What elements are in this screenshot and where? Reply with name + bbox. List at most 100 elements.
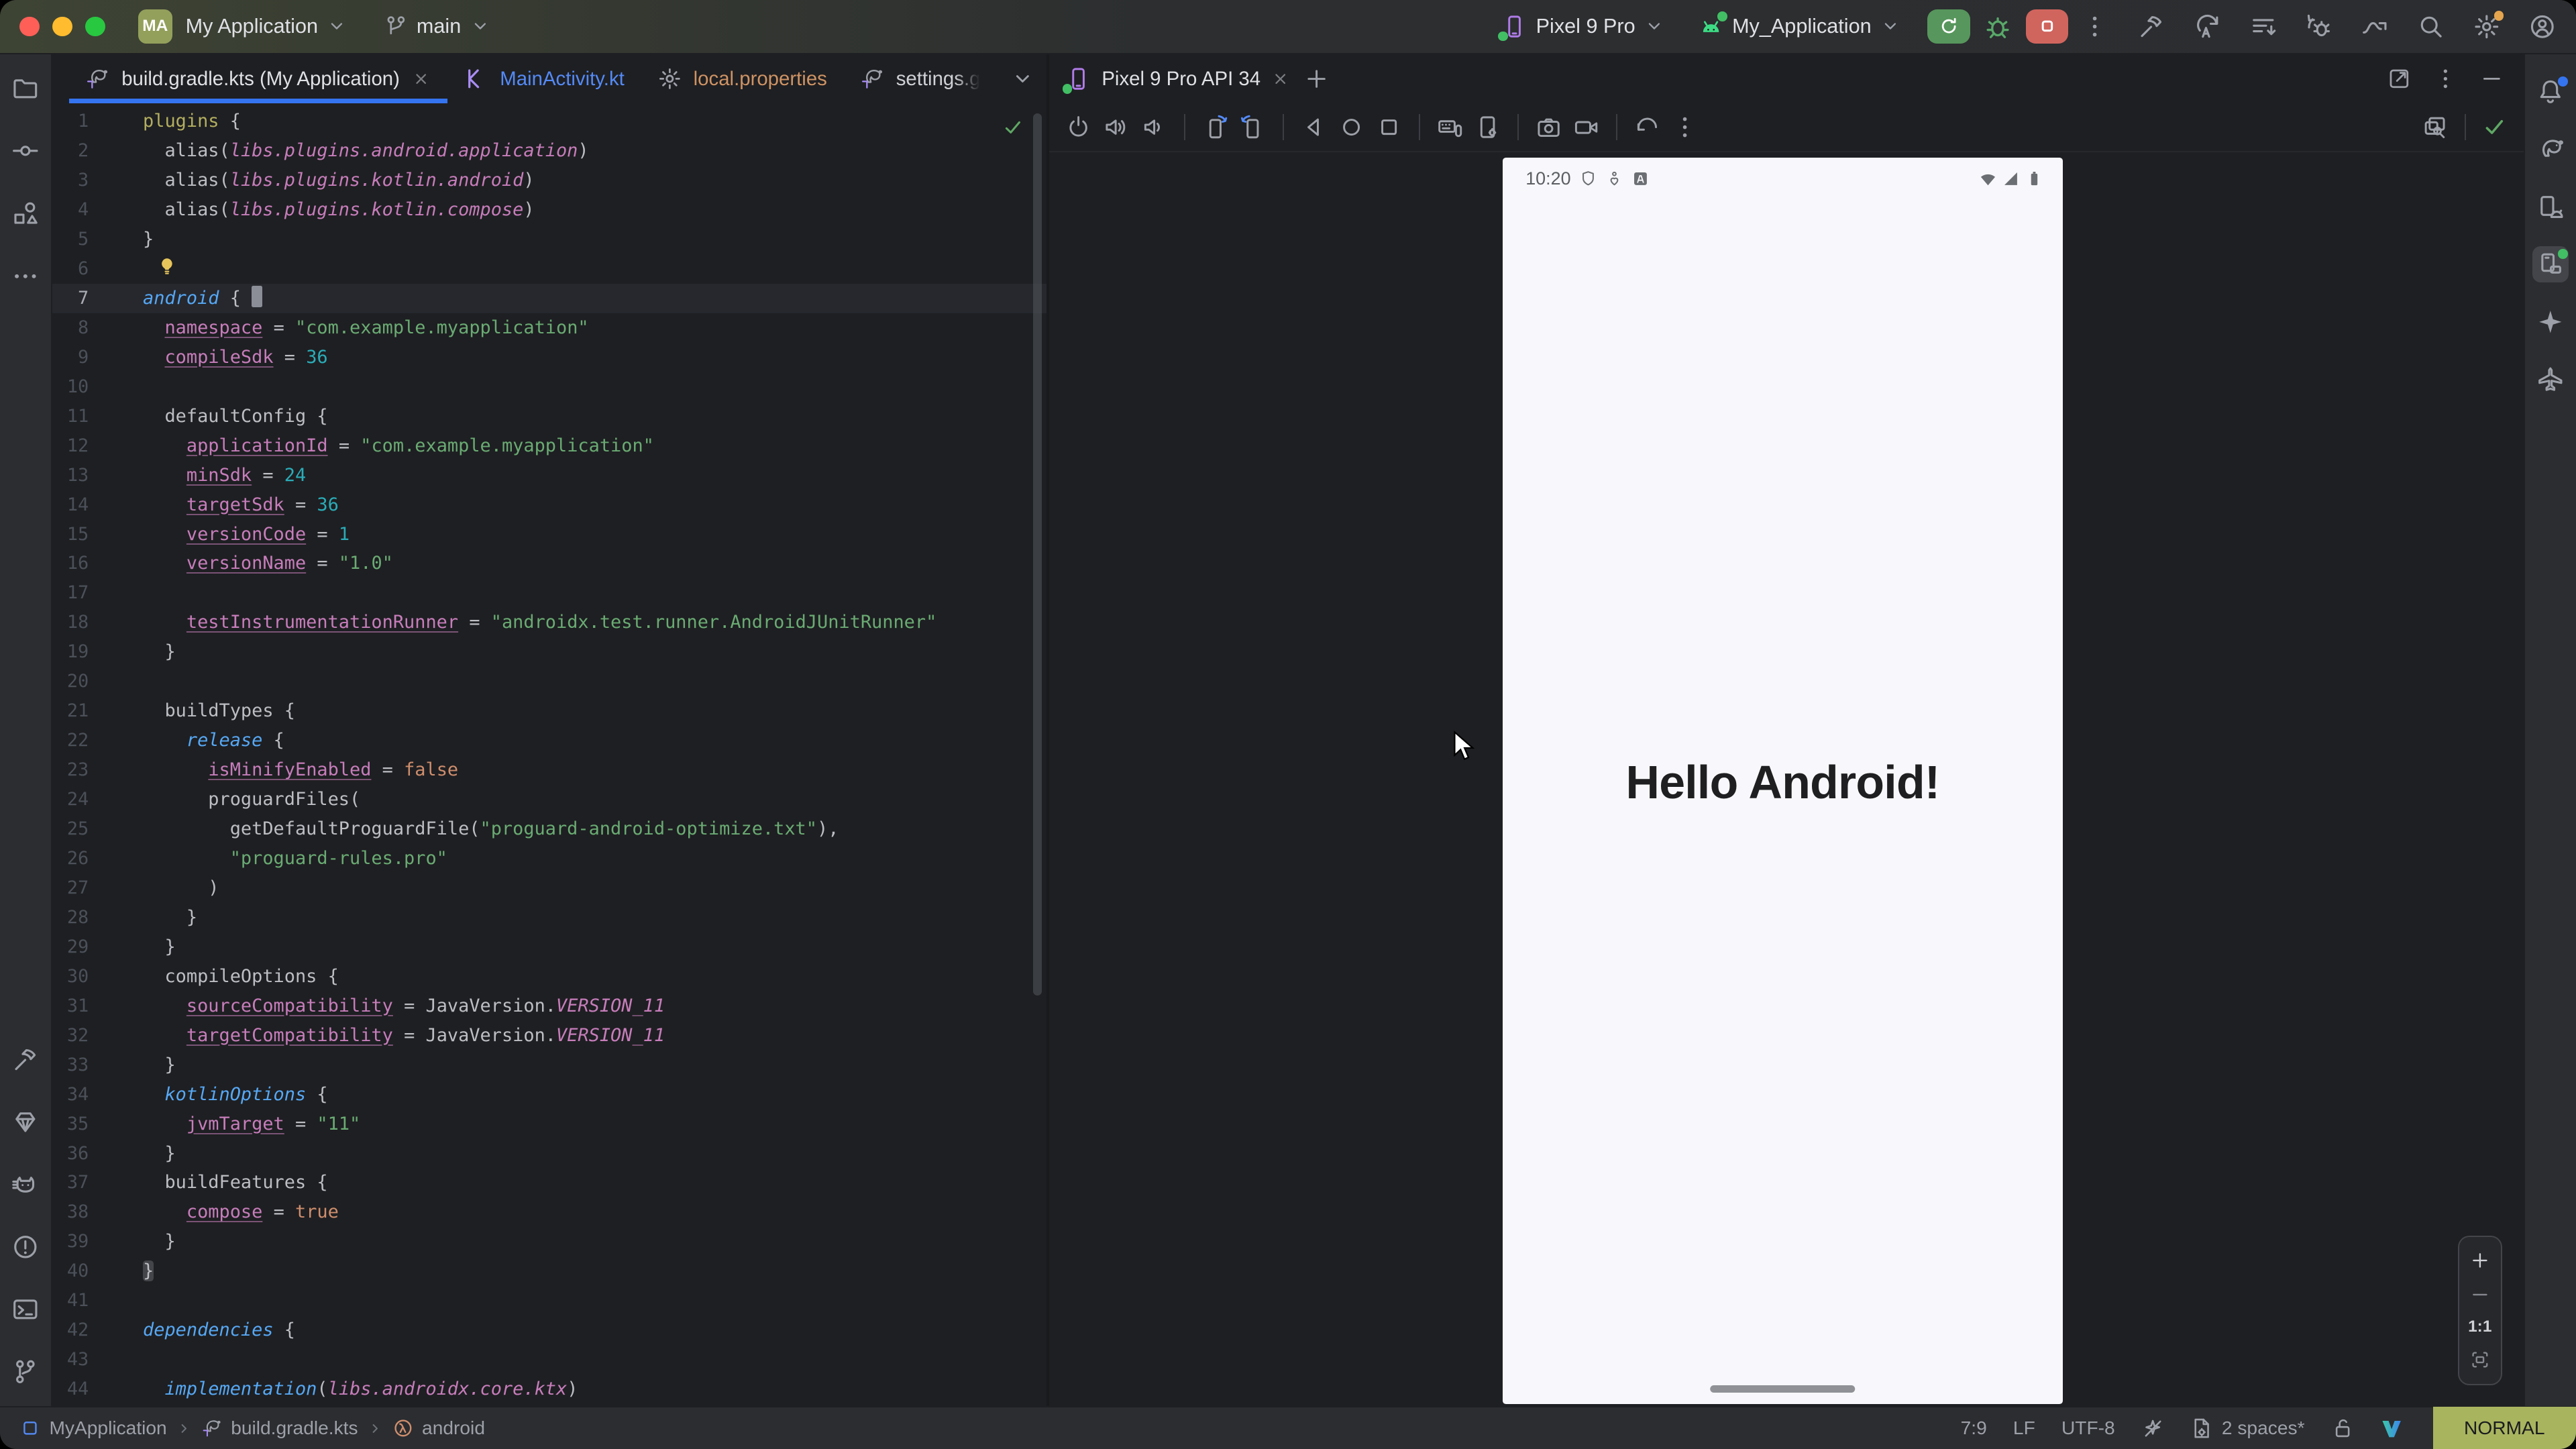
back-icon[interactable]	[1301, 114, 1327, 140]
stop-button[interactable]	[2026, 9, 2069, 44]
tool-window-gradle-elephant[interactable]	[2532, 131, 2569, 168]
debug-button[interactable]	[1983, 11, 2012, 41]
line-number[interactable]: 17	[52, 578, 89, 608]
line-number[interactable]: 16	[52, 549, 89, 578]
line-number[interactable]: 35	[52, 1110, 89, 1139]
line-number[interactable]: 36	[52, 1139, 89, 1169]
tool-window-resource-manager[interactable]	[7, 195, 44, 231]
panel-options-icon[interactable]	[2433, 66, 2458, 91]
tool-window-version-control[interactable]	[7, 1354, 44, 1390]
caret-position-widget[interactable]: 7:9	[1961, 1417, 1987, 1439]
line-number[interactable]: 3	[52, 166, 89, 195]
line-number[interactable]: 18	[52, 608, 89, 637]
line-number[interactable]: 32	[52, 1021, 89, 1051]
overview-icon[interactable]	[1376, 114, 1402, 140]
code-editor[interactable]: 1plugins {2 alias(libs.plugins.android.a…	[52, 103, 1046, 1406]
tool-window-notifications-bell[interactable]	[2532, 74, 2569, 110]
more-run-actions-button[interactable]	[2082, 13, 2108, 40]
volume-down-icon[interactable]	[1141, 114, 1167, 140]
zoom-reset-button[interactable]: 1:1	[2468, 1318, 2491, 1336]
line-number[interactable]: 29	[52, 932, 89, 962]
vim-icon[interactable]	[2380, 1417, 2403, 1440]
project-selector[interactable]: My Application	[186, 15, 347, 38]
line-number[interactable]: 20	[52, 667, 89, 696]
line-number[interactable]: 11	[52, 402, 89, 431]
line-number[interactable]: 25	[52, 814, 89, 844]
line-number[interactable]: 43	[52, 1345, 89, 1375]
zoom-out-button[interactable]	[2469, 1284, 2491, 1305]
editor-tab-3[interactable]: local.properties	[641, 54, 843, 103]
rerun-button[interactable]	[1927, 9, 1970, 44]
breadcrumb-item[interactable]: MyApplication	[19, 1417, 166, 1439]
line-number[interactable]: 23	[52, 755, 89, 785]
line-number[interactable]: 12	[52, 431, 89, 461]
show-hidden-tabs-icon[interactable]	[1010, 66, 1035, 91]
line-ending-widget[interactable]: LF	[2013, 1417, 2035, 1439]
tool-window-more-horizontal[interactable]	[7, 258, 44, 294]
ai-assistant-disabled-icon[interactable]	[2141, 1417, 2164, 1440]
unlock-icon[interactable]	[2331, 1417, 2354, 1440]
line-number[interactable]: 39	[52, 1227, 89, 1256]
tool-window-commit[interactable]	[7, 133, 44, 169]
account-button[interactable]	[2528, 13, 2557, 41]
power-icon[interactable]	[1065, 114, 1091, 140]
line-number[interactable]: 27	[52, 873, 89, 903]
vim-mode-badge[interactable]: NORMAL	[2433, 1407, 2576, 1449]
settings-button[interactable]	[2473, 13, 2501, 41]
inspections-ok-icon[interactable]	[1002, 117, 1024, 138]
home-icon[interactable]	[1338, 114, 1364, 140]
device-settings-icon[interactable]	[1474, 114, 1501, 140]
line-number[interactable]: 6	[52, 254, 89, 284]
tool-window-travel-plane[interactable]	[2532, 362, 2569, 398]
maximize-window-button[interactable]	[85, 17, 105, 36]
line-number[interactable]: 8	[52, 313, 89, 343]
build-variants-button[interactable]	[2249, 13, 2277, 41]
minimize-window-button[interactable]	[52, 17, 72, 36]
device-screen[interactable]: 10:20 Hello Android!	[1503, 158, 2063, 1405]
tool-window-gem[interactable]	[7, 1104, 44, 1140]
breadcrumb-item[interactable]: android	[392, 1417, 485, 1439]
run-configuration-selector[interactable]: My_Application	[1698, 13, 1901, 40]
line-number[interactable]: 4	[52, 195, 89, 225]
device-selector[interactable]: Pixel 9 Pro	[1501, 13, 1664, 40]
line-number[interactable]: 1	[52, 107, 89, 136]
line-number[interactable]: 5	[52, 225, 89, 254]
line-number[interactable]: 37	[52, 1168, 89, 1197]
hide-panel-icon[interactable]	[2479, 66, 2504, 91]
line-number[interactable]: 33	[52, 1051, 89, 1080]
tool-window-terminal[interactable]	[7, 1291, 44, 1328]
line-number[interactable]: 15	[52, 520, 89, 549]
zoom-in-button[interactable]	[2469, 1250, 2491, 1271]
line-number[interactable]: 26	[52, 844, 89, 873]
breadcrumb-item[interactable]: build.gradle.kts	[201, 1417, 358, 1439]
tool-window-problems[interactable]	[7, 1229, 44, 1265]
open-in-new-window-icon[interactable]	[2387, 66, 2412, 91]
tool-window-device-manager[interactable]	[2532, 189, 2569, 225]
volume-up-icon[interactable]	[1104, 114, 1130, 140]
line-number[interactable]: 21	[52, 696, 89, 726]
line-number[interactable]: 9	[52, 343, 89, 372]
tool-window-gemini-sparkle[interactable]	[2532, 304, 2569, 340]
add-device-tab-button[interactable]	[1303, 66, 1330, 92]
line-number[interactable]: 24	[52, 785, 89, 814]
attach-debugger-button[interactable]	[2305, 13, 2333, 41]
screen-record-icon[interactable]	[1573, 114, 1599, 140]
line-number[interactable]: 14	[52, 490, 89, 520]
line-number[interactable]: 42	[52, 1316, 89, 1345]
line-number[interactable]: 28	[52, 903, 89, 932]
tool-window-project-folder[interactable]	[7, 70, 44, 107]
gesture-navigation-pill[interactable]	[1711, 1385, 1856, 1393]
line-number[interactable]: 41	[52, 1286, 89, 1316]
line-number[interactable]: 19	[52, 637, 89, 667]
editor-scrollbar[interactable]	[1033, 113, 1041, 996]
close-icon[interactable]	[1271, 69, 1290, 89]
tool-window-running-devices[interactable]	[2532, 246, 2569, 282]
line-number[interactable]: 31	[52, 991, 89, 1021]
intention-bulb-icon[interactable]	[156, 256, 178, 278]
editor-tab-4[interactable]: settings.g	[843, 54, 997, 103]
line-number[interactable]: 7	[52, 284, 89, 313]
branch-selector[interactable]: main	[384, 14, 490, 39]
line-number[interactable]: 10	[52, 372, 89, 402]
more-vertical-icon[interactable]	[1672, 114, 1698, 140]
indent-widget[interactable]: 2 spaces*	[2190, 1417, 2304, 1440]
